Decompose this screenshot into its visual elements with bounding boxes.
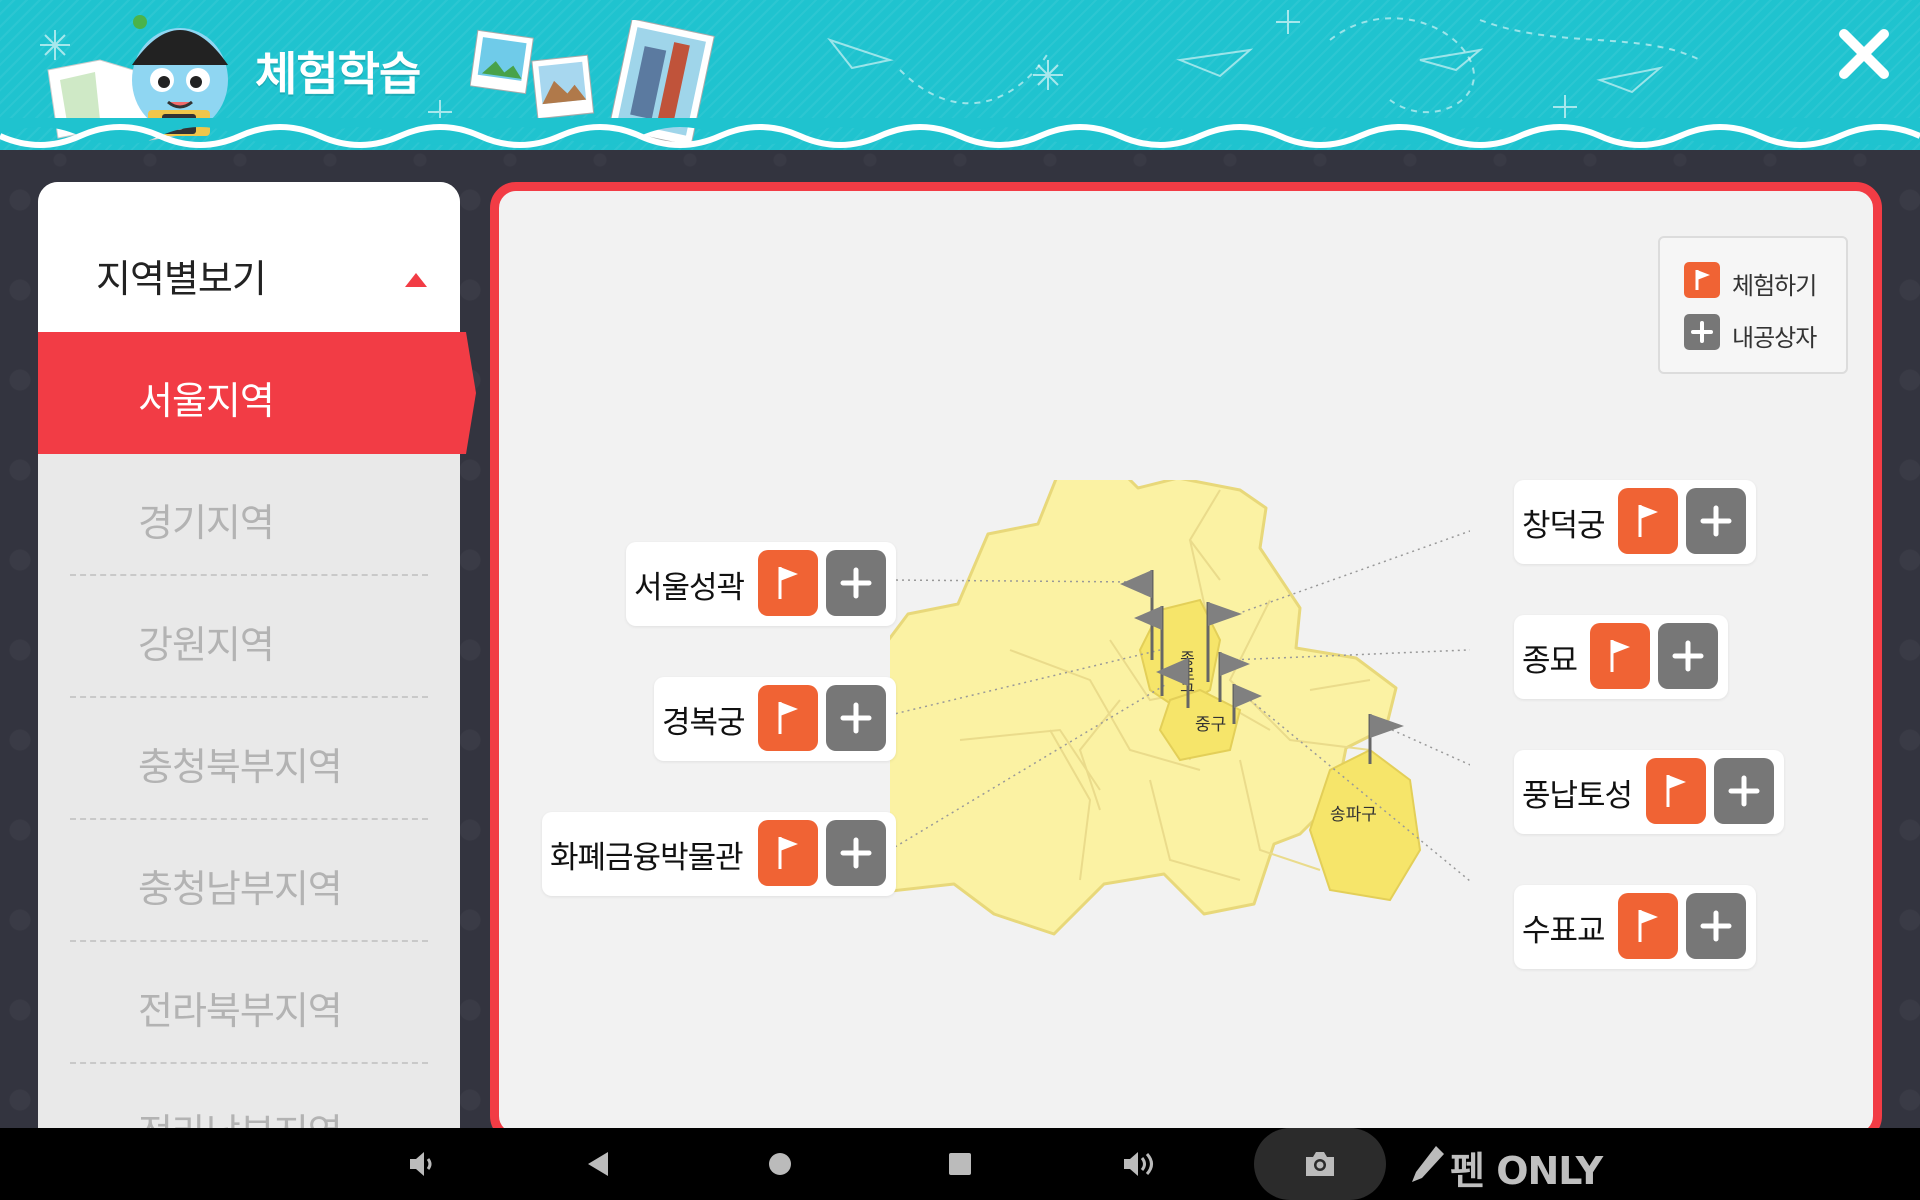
flag-icon bbox=[1610, 640, 1630, 672]
site-card-currency-museum: 화폐금융박물관 bbox=[542, 812, 896, 896]
site-name: 화폐금융박물관 bbox=[550, 840, 744, 876]
site-card-pungnaptoseong: 풍납토성 bbox=[1514, 750, 1784, 834]
region-item-gangwon[interactable]: 강원지역 bbox=[38, 576, 460, 698]
close-icon[interactable] bbox=[1836, 26, 1892, 82]
experience-button[interactable] bbox=[1618, 893, 1678, 959]
site-card-seoul-fortress: 서울성곽 bbox=[626, 542, 896, 626]
flag-icon bbox=[1684, 262, 1720, 298]
home-icon[interactable] bbox=[762, 1146, 798, 1182]
storage-button[interactable] bbox=[1686, 488, 1746, 554]
flag-icon bbox=[778, 567, 798, 599]
header-title: 체험학습 bbox=[255, 47, 421, 101]
region-item-seoul[interactable]: 서울지역 bbox=[38, 332, 460, 454]
active-item-pointer bbox=[460, 332, 476, 454]
region-list[interactable]: 지역별보기 서울지역 경기지역 강원지역 충청북부지역 충청남부지역 전라북부지… bbox=[38, 182, 460, 1130]
experience-button[interactable] bbox=[1590, 623, 1650, 689]
plus-icon bbox=[1728, 775, 1760, 807]
plus-icon bbox=[1700, 505, 1732, 537]
storage-button[interactable] bbox=[1714, 758, 1774, 824]
storage-button[interactable] bbox=[1686, 893, 1746, 959]
recents-icon[interactable] bbox=[942, 1146, 978, 1182]
region-item-label: 서울지역 bbox=[138, 379, 275, 423]
site-name: 풍납토성 bbox=[1522, 778, 1633, 814]
caret-up-icon[interactable] bbox=[404, 272, 428, 288]
legend-storage-label: 내공상자 bbox=[1732, 324, 1817, 352]
system-navbar: 펜 ONLY bbox=[0, 1128, 1920, 1200]
flag-icon bbox=[1666, 775, 1686, 807]
map-legend: 체험하기 내공상자 bbox=[1658, 236, 1848, 374]
region-item-label: 충청북부지역 bbox=[138, 745, 343, 789]
region-item-label: 경기지역 bbox=[138, 501, 275, 545]
site-name: 경복궁 bbox=[662, 705, 746, 741]
storage-button[interactable] bbox=[1658, 623, 1718, 689]
experience-button[interactable] bbox=[1646, 758, 1706, 824]
region-item-jeonbuk[interactable]: 전라북부지역 bbox=[38, 942, 460, 1064]
volume-down-icon[interactable] bbox=[404, 1146, 440, 1182]
plus-icon bbox=[1672, 640, 1704, 672]
flag-icon bbox=[1638, 505, 1658, 537]
storage-button[interactable] bbox=[826, 820, 886, 886]
region-item-gyeonggi[interactable]: 경기지역 bbox=[38, 454, 460, 576]
region-item-chungnam[interactable]: 충청남부지역 bbox=[38, 820, 460, 942]
region-sidebar: 지역별보기 서울지역 경기지역 강원지역 충청북부지역 충청남부지역 전라북부지… bbox=[38, 182, 476, 1130]
site-card-changdeokgung: 창덕궁 bbox=[1514, 480, 1756, 564]
region-item-jeonnam[interactable]: 전라남부지역 bbox=[38, 1064, 460, 1130]
region-view-title: 지역별보기 bbox=[96, 257, 267, 301]
flag-icon bbox=[1638, 910, 1658, 942]
region-item-label: 전라북부지역 bbox=[138, 989, 343, 1033]
flag-icon bbox=[778, 702, 798, 734]
site-name: 창덕궁 bbox=[1522, 508, 1606, 544]
legend-experience-label: 체험하기 bbox=[1732, 272, 1817, 300]
plus-icon bbox=[1700, 910, 1732, 942]
experience-button[interactable] bbox=[758, 685, 818, 751]
region-item-chungbuk[interactable]: 충청북부지역 bbox=[38, 698, 460, 820]
experience-button[interactable] bbox=[758, 550, 818, 616]
region-view-header[interactable]: 지역별보기 bbox=[38, 210, 460, 332]
plus-icon bbox=[840, 567, 872, 599]
plus-icon bbox=[840, 702, 872, 734]
region-item-label: 강원지역 bbox=[138, 623, 275, 667]
experience-button[interactable] bbox=[1618, 488, 1678, 554]
sidebar-top-cap bbox=[38, 182, 460, 210]
district-label-songpa: 송파구 bbox=[1330, 805, 1377, 825]
pen-only-label[interactable]: 펜 ONLY bbox=[1450, 1140, 1603, 1195]
plus-icon bbox=[1684, 314, 1720, 350]
site-card-jongmyo: 종묘 bbox=[1514, 615, 1728, 699]
site-name: 종묘 bbox=[1522, 643, 1578, 679]
back-icon[interactable] bbox=[580, 1146, 616, 1182]
plus-icon bbox=[840, 837, 872, 869]
experience-button[interactable] bbox=[758, 820, 818, 886]
flag-icon bbox=[778, 837, 798, 869]
storage-button[interactable] bbox=[826, 550, 886, 616]
site-name: 서울성곽 bbox=[634, 570, 745, 606]
region-item-label: 전라남부지역 bbox=[138, 1102, 343, 1130]
seoul-map: 종로구 중구 송파구 bbox=[890, 480, 1470, 936]
header-wave-edge bbox=[0, 118, 1920, 148]
site-card-supyogyo: 수표교 bbox=[1514, 885, 1756, 969]
volume-up-icon[interactable] bbox=[1120, 1146, 1160, 1182]
region-item-label: 충청남부지역 bbox=[138, 867, 343, 911]
site-name: 수표교 bbox=[1522, 913, 1606, 949]
camera-icon bbox=[1306, 1152, 1334, 1176]
screenshot-button[interactable] bbox=[1254, 1128, 1386, 1200]
district-label-jung: 중구 bbox=[1195, 715, 1226, 735]
site-card-gyeongbokgung: 경복궁 bbox=[654, 677, 896, 761]
storage-button[interactable] bbox=[826, 685, 886, 751]
pen-icon[interactable] bbox=[1408, 1142, 1448, 1186]
